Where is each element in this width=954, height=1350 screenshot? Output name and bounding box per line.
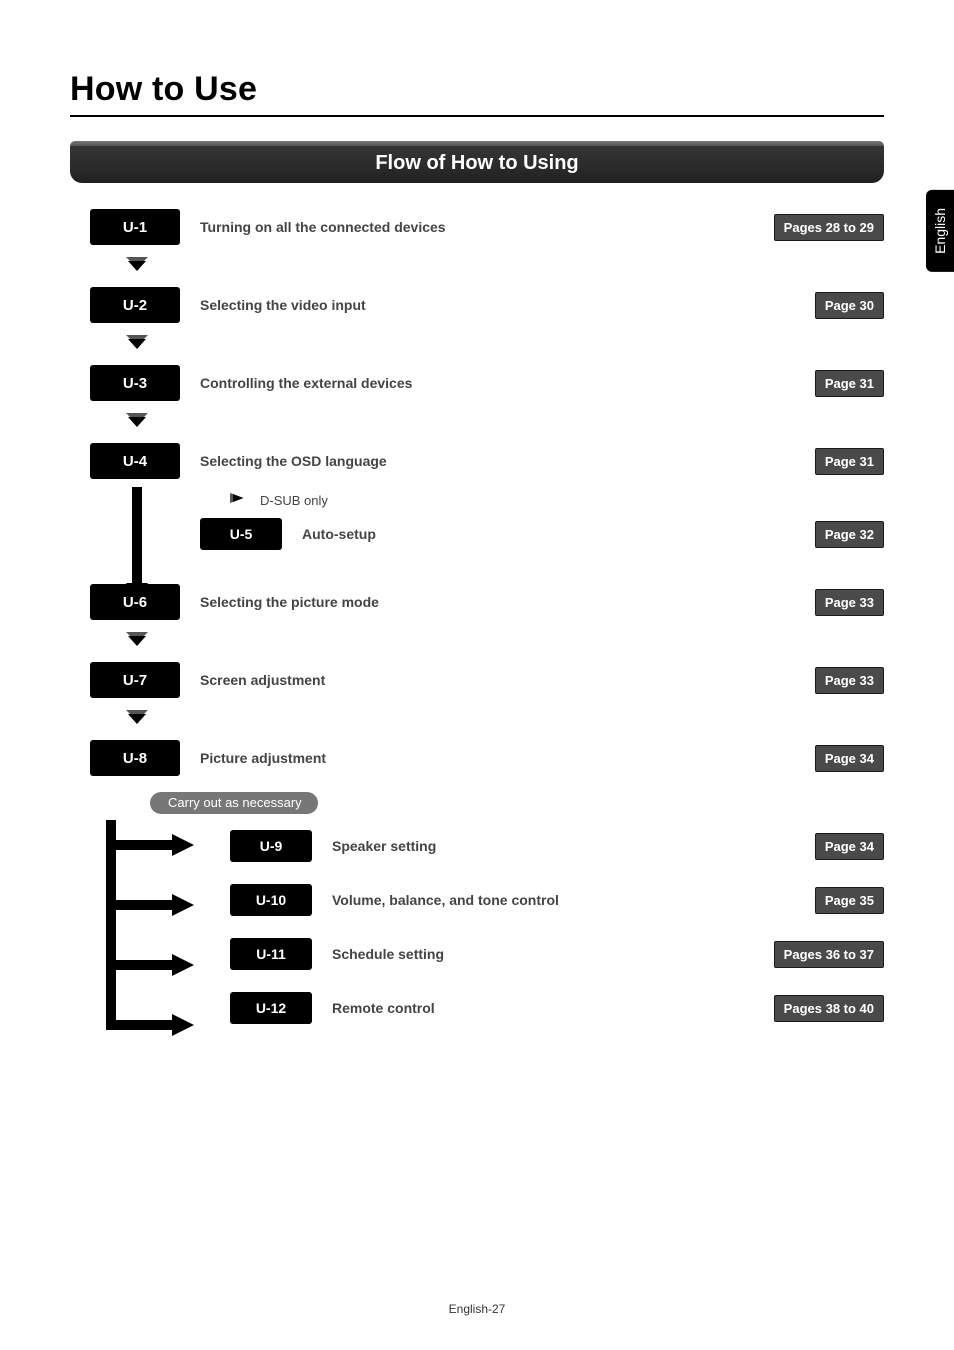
down-arrow-icon	[124, 632, 884, 650]
page-badge-u4[interactable]: Page 31	[815, 448, 884, 475]
step-code-u12: U-12	[230, 992, 312, 1024]
page-badge-u10[interactable]: Page 35	[815, 887, 884, 914]
page-footer: English-27	[0, 1302, 954, 1316]
flow-step-u8: U-8 Picture adjustment Page 34	[90, 740, 884, 776]
down-arrow-icon	[124, 257, 884, 275]
page-badge-u1[interactable]: Pages 28 to 29	[774, 214, 884, 241]
flow-container: U-1 Turning on all the connected devices…	[70, 209, 884, 1024]
step-title-u2: Selecting the video input	[200, 297, 815, 313]
mini-right-arrow-icon	[230, 491, 250, 510]
down-arrow-icon	[124, 413, 884, 431]
step-code-u11: U-11	[230, 938, 312, 970]
step-code-u10: U-10	[230, 884, 312, 916]
flow-step-u3: U-3 Controlling the external devices Pag…	[90, 365, 884, 401]
down-arrow-icon	[124, 335, 884, 353]
flow-step-u12: U-12 Remote control Pages 38 to 40	[120, 992, 884, 1024]
step-title-u9: Speaker setting	[332, 838, 815, 854]
flow-step-u5: U-5 Auto-setup Page 32	[90, 518, 884, 550]
flow-step-u4: U-4 Selecting the OSD language Page 31	[90, 443, 884, 479]
carry-out-pill: Carry out as necessary	[150, 792, 318, 814]
step-title-u8: Picture adjustment	[200, 750, 815, 766]
u4-u6-bracket-region: D-SUB only U-5 Auto-setup Page 32	[90, 491, 884, 584]
step-title-u11: Schedule setting	[332, 946, 774, 962]
flow-step-u11: U-11 Schedule setting Pages 36 to 37	[120, 938, 884, 970]
bracket-down-arrow-icon	[124, 487, 154, 605]
step-title-u3: Controlling the external devices	[200, 375, 815, 391]
title-horizontal-rule	[70, 115, 884, 117]
step-title-u1: Turning on all the connected devices	[200, 219, 774, 235]
page-badge-u11[interactable]: Pages 36 to 37	[774, 941, 884, 968]
section-banner: Flow of How to Using	[70, 141, 884, 183]
sub-note-text: D-SUB only	[260, 493, 328, 508]
flow-step-u2: U-2 Selecting the video input Page 30	[90, 287, 884, 323]
page-badge-u8[interactable]: Page 34	[815, 745, 884, 772]
step-title-u4: Selecting the OSD language	[200, 453, 815, 469]
flow-step-u6: U-6 Selecting the picture mode Page 33	[90, 584, 884, 620]
flow-step-u9: U-9 Speaker setting Page 34	[120, 830, 884, 862]
step-title-u12: Remote control	[332, 1000, 774, 1016]
step-code-u3: U-3	[90, 365, 180, 401]
page-badge-u6[interactable]: Page 33	[815, 589, 884, 616]
page-badge-u7[interactable]: Page 33	[815, 667, 884, 694]
page-badge-u9[interactable]: Page 34	[815, 833, 884, 860]
down-arrow-icon	[124, 710, 884, 728]
step-code-u4: U-4	[90, 443, 180, 479]
step-code-u7: U-7	[90, 662, 180, 698]
page-badge-u2[interactable]: Page 30	[815, 292, 884, 319]
page-badge-u3[interactable]: Page 31	[815, 370, 884, 397]
page-badge-u12[interactable]: Pages 38 to 40	[774, 995, 884, 1022]
branch-bracket-icon	[96, 820, 206, 1060]
step-code-u2: U-2	[90, 287, 180, 323]
step-title-u7: Screen adjustment	[200, 672, 815, 688]
branch-block: U-9 Speaker setting Page 34 U-10 Volume,…	[90, 830, 884, 1024]
page-container: How to Use Flow of How to Using U-1 Turn…	[0, 0, 954, 1024]
step-code-u9: U-9	[230, 830, 312, 862]
step-title-u5: Auto-setup	[302, 526, 815, 542]
flow-step-u10: U-10 Volume, balance, and tone control P…	[120, 884, 884, 916]
step-title-u10: Volume, balance, and tone control	[332, 892, 815, 908]
sub-note-row: D-SUB only	[90, 491, 884, 510]
page-badge-u5[interactable]: Page 32	[815, 521, 884, 548]
step-code-u1: U-1	[90, 209, 180, 245]
page-title: How to Use	[70, 70, 884, 109]
flow-step-u1: U-1 Turning on all the connected devices…	[90, 209, 884, 245]
step-code-u8: U-8	[90, 740, 180, 776]
step-code-u5: U-5	[200, 518, 282, 550]
flow-step-u7: U-7 Screen adjustment Page 33	[90, 662, 884, 698]
step-title-u6: Selecting the picture mode	[200, 594, 815, 610]
section-banner-text: Flow of How to Using	[70, 146, 884, 183]
